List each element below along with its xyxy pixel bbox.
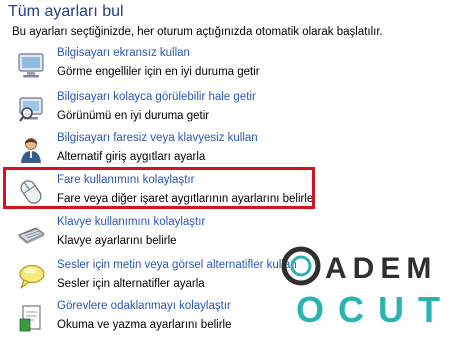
document-icon — [19, 305, 41, 332]
option-use-without-mouse-keyboard[interactable]: Bilgisayarı faresiz veya klavyesiz kulla… — [10, 132, 340, 172]
option-description: Görünümü en iyi duruma getir — [57, 110, 210, 122]
option-link[interactable]: Bilgisayarı faresiz veya klavyesiz kulla… — [57, 132, 258, 144]
option-description: Sesler için alternatifler ayarla — [57, 278, 205, 290]
option-description: Alternatif giriş aygıtları ayarla — [57, 151, 206, 163]
option-link[interactable]: Sesler için metin veya görsel alternatif… — [57, 259, 297, 271]
watermark-text-line2: OCUT — [296, 289, 454, 330]
option-description: Görme engelliler için en iyi duruma geti… — [57, 66, 260, 78]
watermark-logo: ADEM OCUT — [281, 246, 454, 330]
option-link[interactable]: Klavye kullanımını kolaylaştır — [57, 216, 205, 228]
page-title: Tüm ayarları bul — [8, 3, 124, 20]
option-description: Okuma ve yazma ayarlarını belirle — [57, 319, 232, 331]
option-use-without-display[interactable]: Bilgisayarı ekransız kullan Görme engell… — [10, 47, 340, 87]
speech-bubble-icon — [19, 264, 45, 289]
option-description: Klavye ayarlarını belirle — [57, 235, 177, 247]
option-make-easier-to-see[interactable]: Bilgisayarı kolayca görülebilir hale get… — [10, 91, 340, 131]
option-link[interactable]: Bilgisayarı ekransız kullan — [57, 47, 190, 59]
page-description: Bu ayarları seçtiğinizde, her oturum açt… — [12, 26, 383, 38]
option-link[interactable]: Bilgisayarı kolayca görülebilir hale get… — [57, 91, 256, 103]
person-icon — [21, 138, 41, 163]
option-link[interactable]: Görevlere odaklanmayı kolaylaştır — [57, 300, 231, 312]
watermark-text-line1: ADEM — [325, 252, 437, 285]
monitor-icon — [18, 53, 44, 78]
monitor-magnifier-icon — [19, 97, 43, 122]
keyboard-icon — [17, 227, 46, 244]
highlight-box — [3, 167, 315, 209]
